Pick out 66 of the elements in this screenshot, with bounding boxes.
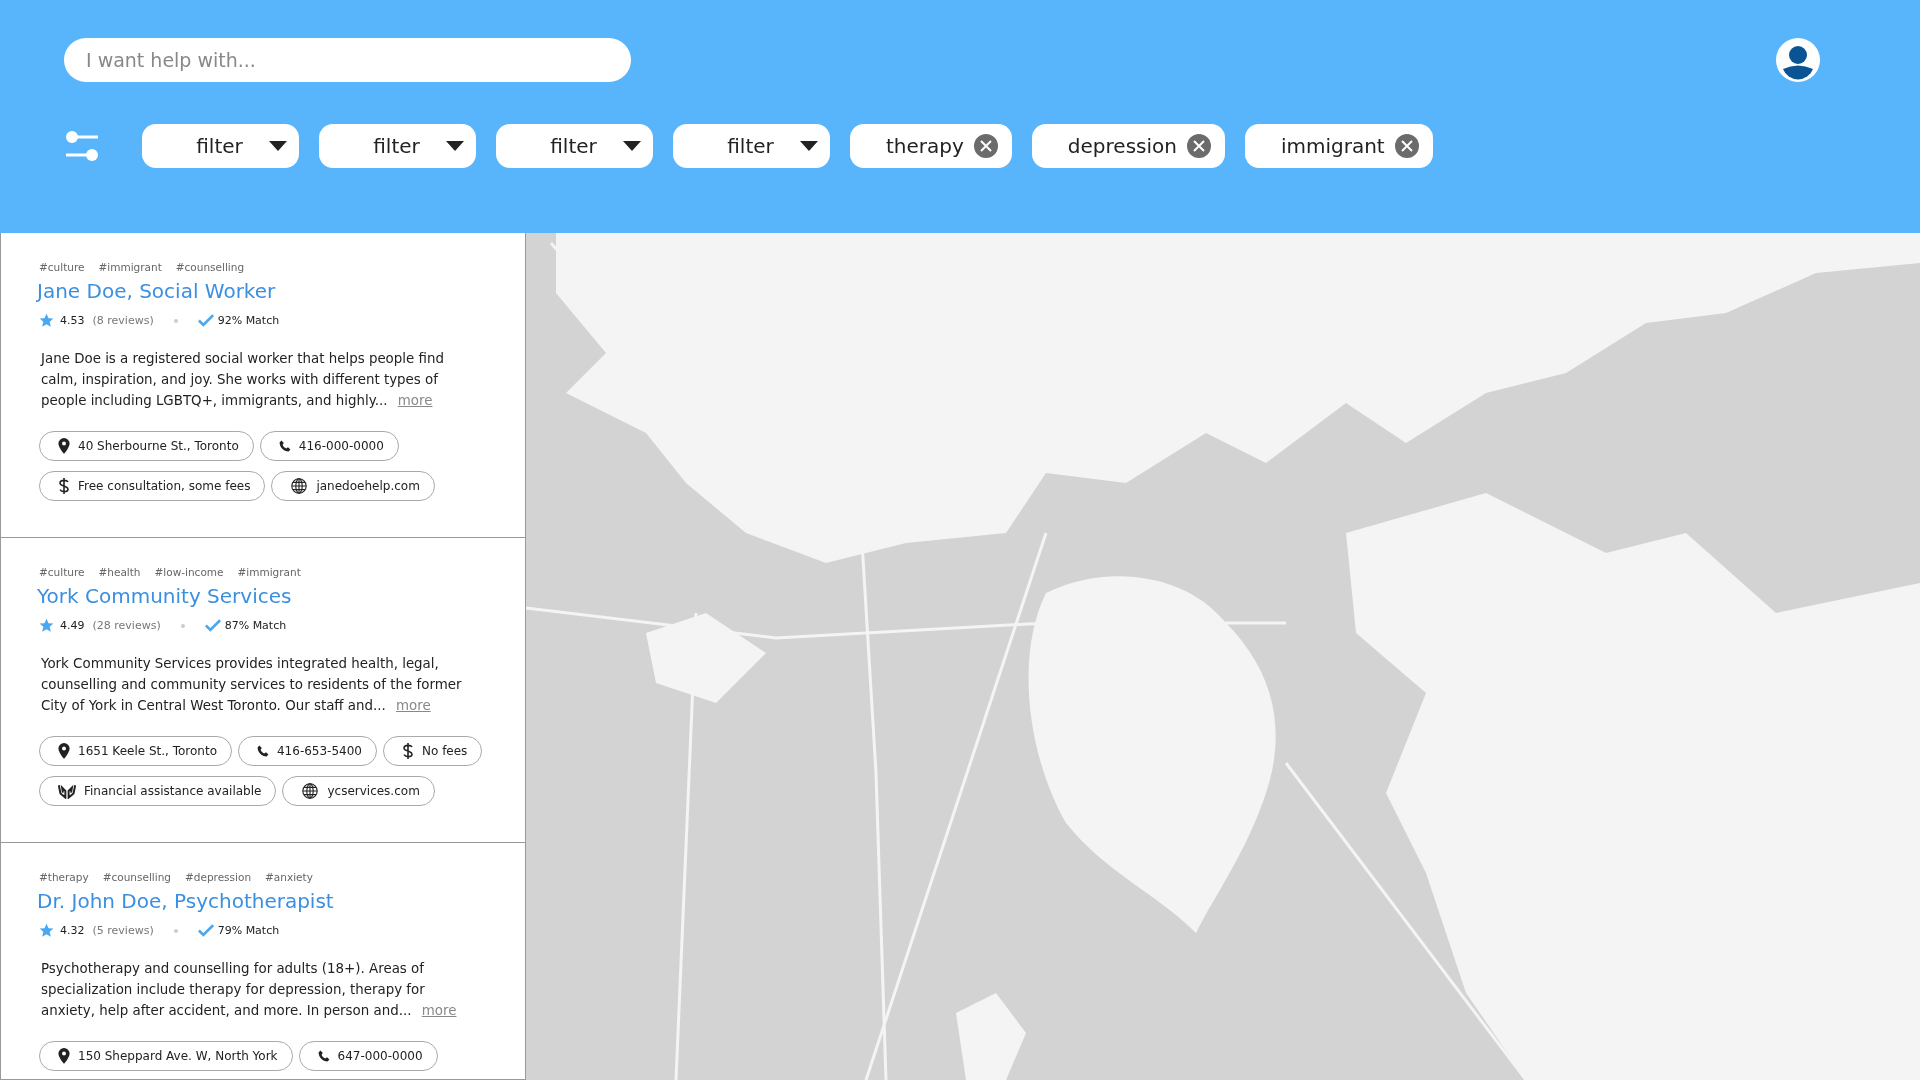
- filter-chip[interactable]: immigrant: [1244, 124, 1433, 168]
- caret-icon: [623, 141, 641, 151]
- checkmark-icon: [197, 314, 214, 327]
- hashtag[interactable]: #therapy: [39, 871, 89, 883]
- checkmark-icon: [197, 924, 214, 937]
- location-pin-icon: [58, 1048, 70, 1064]
- hashtag[interactable]: #anxiety: [265, 871, 313, 883]
- filter-dropdown[interactable]: filter: [142, 124, 299, 168]
- more-link[interactable]: more: [397, 393, 433, 408]
- review-count: (5 reviews): [92, 924, 154, 937]
- filter-dropdown[interactable]: filter: [319, 124, 476, 168]
- separator-dot-icon: [173, 928, 178, 933]
- remove-icon[interactable]: [1394, 134, 1419, 158]
- hashtag[interactable]: #culture: [39, 261, 85, 273]
- remove-icon[interactable]: [1186, 134, 1211, 158]
- star-icon: [39, 923, 54, 938]
- star-icon: [39, 618, 54, 633]
- hashtag[interactable]: #health: [98, 566, 141, 578]
- result-title[interactable]: Jane Doe, Social Worker: [37, 279, 505, 303]
- hashtag[interactable]: #counselling: [175, 261, 245, 273]
- filter-chip[interactable]: therapy: [850, 124, 1012, 168]
- hashtag[interactable]: #culture: [39, 566, 85, 578]
- hands-icon: [58, 783, 76, 799]
- star-icon: [39, 313, 54, 328]
- hashtag[interactable]: #immigrant: [237, 566, 301, 578]
- review-count: (8 reviews): [92, 314, 154, 327]
- separator-dot-icon: [173, 318, 178, 323]
- hashtag[interactable]: #counselling: [102, 871, 171, 883]
- rating-value: 4.49: [60, 619, 85, 632]
- dollar-icon: [402, 743, 414, 759]
- match-score: 92% Match: [217, 314, 280, 327]
- phone-icon: [278, 438, 291, 454]
- hashtag[interactable]: #depression: [185, 871, 252, 883]
- description: Psychotherapy and counselling for adults (18+). Areas of specialization include therapy for depression, therapy for anxiety, help after accident, and more. In person and... more: [41, 960, 458, 1020]
- user-avatar-icon[interactable]: [1776, 38, 1820, 82]
- filter-chip[interactable]: depression: [1031, 124, 1225, 168]
- search-field[interactable]: I want help with...: [64, 38, 631, 82]
- phone-icon: [257, 743, 269, 759]
- review-count: (28 reviews): [92, 619, 161, 632]
- hashtag[interactable]: #low-income: [154, 566, 224, 578]
- location-pin-icon: [58, 438, 70, 454]
- checkmark-icon: [204, 619, 221, 632]
- location-pin-icon: [58, 743, 70, 759]
- rating-value: 4.32: [60, 924, 85, 937]
- globe-icon: [301, 783, 320, 799]
- separator-dot-icon: [180, 623, 185, 628]
- match-score: 79% Match: [217, 924, 280, 937]
- hashtag[interactable]: #immigrant: [98, 261, 162, 273]
- filter-dropdown[interactable]: filter: [673, 124, 830, 168]
- more-link[interactable]: more: [421, 1003, 457, 1018]
- globe-icon: [290, 478, 309, 494]
- more-link[interactable]: more: [396, 698, 431, 713]
- caret-icon: [446, 141, 464, 151]
- match-score: 87% Match: [224, 619, 287, 632]
- caret-icon: [269, 141, 287, 151]
- result-title[interactable]: Dr. John Doe, Psychotherapist: [37, 889, 505, 913]
- result-title[interactable]: York Community Services: [37, 584, 505, 608]
- filter-dropdown[interactable]: filter: [496, 124, 653, 168]
- description: Jane Doe is a registered social worker that helps people find calm, inspiration, and joy. She works with different types of people including LGBTQ+, immigrants, and highly... more: [41, 350, 445, 410]
- caret-icon: [800, 141, 818, 151]
- remove-icon[interactable]: [973, 134, 998, 158]
- description: York Community Services provides integrated health, legal, counselling and community services to residents of the former City of York in Central West Toronto. Our staff and... more: [41, 655, 463, 715]
- phone-icon: [317, 1048, 330, 1064]
- sliders-icon[interactable]: [64, 129, 100, 163]
- rating-value: 4.53: [60, 314, 85, 327]
- dollar-icon: [58, 478, 70, 494]
